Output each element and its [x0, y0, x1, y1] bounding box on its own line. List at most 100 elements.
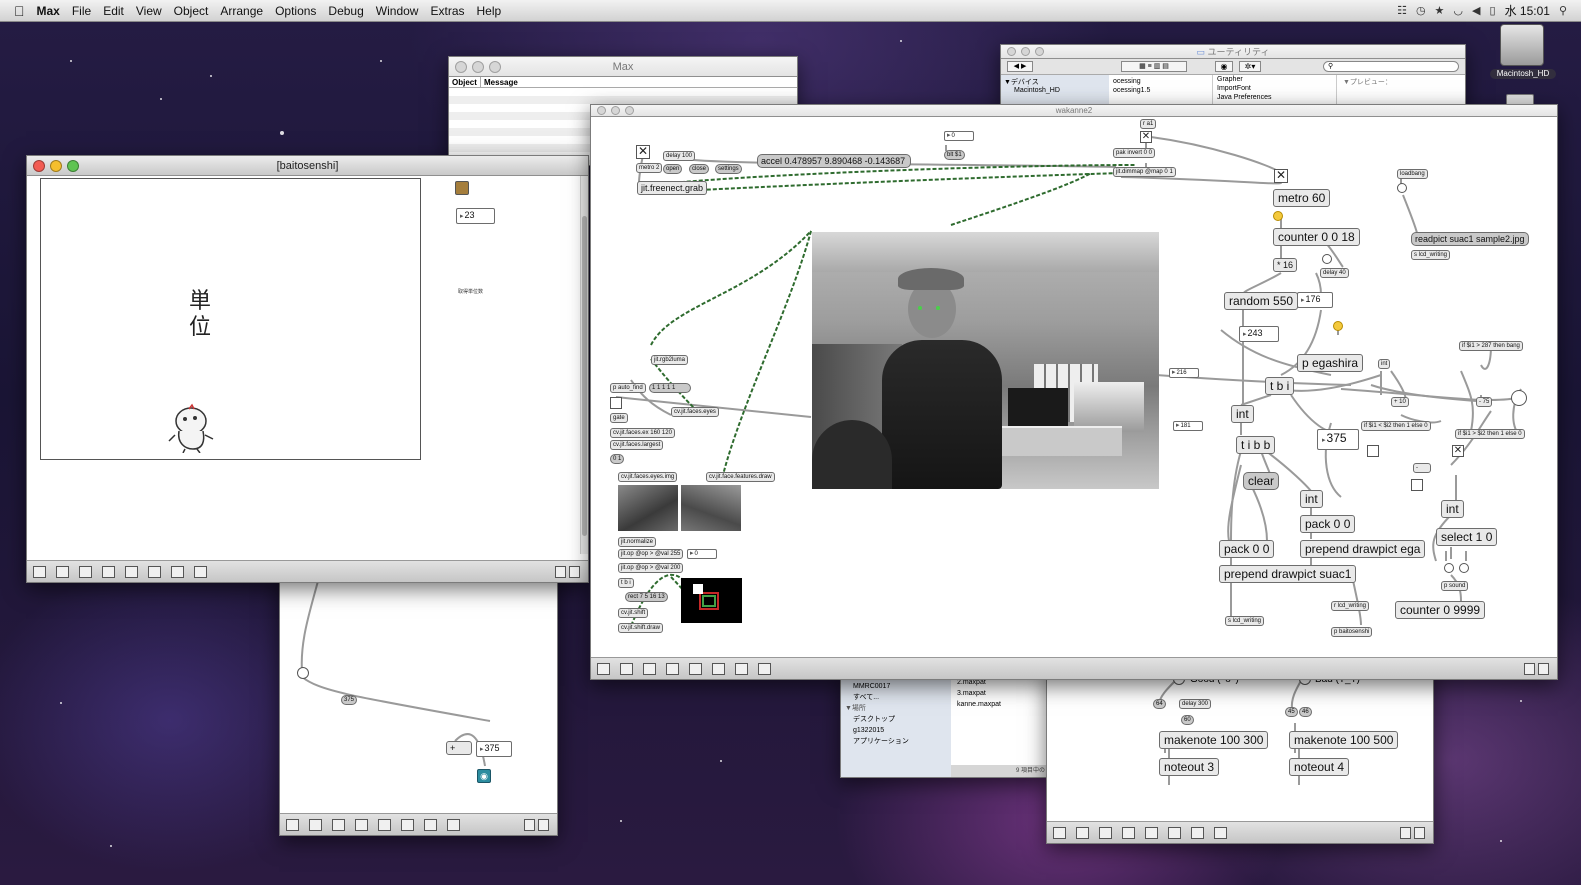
menu-view[interactable]: View — [136, 4, 162, 18]
minimize-button[interactable] — [50, 160, 62, 172]
bang-button[interactable] — [1322, 254, 1332, 264]
number-0[interactable]: 0 — [687, 549, 717, 559]
toggle[interactable]: ✕ — [1452, 445, 1464, 457]
if-greater-object[interactable]: if $i1 > $i2 then 1 else 0 — [1455, 429, 1525, 439]
sidebar-item-hd[interactable]: Macintosh_HD — [1004, 87, 1106, 94]
inspector-icon[interactable] — [1145, 826, 1158, 839]
gate-object[interactable]: gate — [610, 413, 628, 423]
spotlight-icon[interactable]: ⚲ — [1559, 4, 1567, 17]
baitosenshi-titlebar[interactable]: [baitosenshi] — [27, 156, 588, 176]
if-287-object[interactable]: if $i1 > 287 then bang — [1459, 341, 1523, 351]
rect-message[interactable]: rect 7 5 16 13 — [625, 592, 668, 602]
t-b-i-object[interactable]: t b i — [1265, 377, 1295, 395]
prepend-suac1-object[interactable]: prepend drawpict suac1 — [1219, 565, 1357, 583]
p-sound-object[interactable]: p sound — [1441, 581, 1469, 591]
accel-message[interactable]: accel 0.478957 9.890468 -0.143687 — [757, 154, 911, 168]
number-176[interactable]: 176 — [1297, 292, 1333, 308]
delay-40-object[interactable]: delay 40 — [1320, 268, 1349, 278]
receive-a1-object[interactable]: r a1 — [1140, 119, 1157, 129]
clear-message[interactable]: clear — [1243, 472, 1280, 490]
finder-item[interactable]: ImportFont — [1217, 84, 1332, 93]
p-auto-find-object[interactable]: p auto_find — [610, 383, 646, 393]
eyes-img-object[interactable]: cv.jit.faces.eyes.img — [618, 472, 678, 482]
presentation-icon[interactable] — [1076, 826, 1089, 839]
menu-extras[interactable]: Extras — [430, 4, 464, 18]
bang-button[interactable] — [1444, 563, 1454, 573]
lock-icon[interactable] — [1053, 826, 1066, 839]
plus-object[interactable]: + — [446, 741, 472, 755]
metro-2-object[interactable]: metro 2 — [636, 163, 663, 173]
number-243[interactable]: 243 — [1239, 326, 1279, 342]
finder-item[interactable]: ocessing1.5 — [1113, 86, 1208, 95]
number-216[interactable]: 216 — [1169, 368, 1199, 378]
zoom-button[interactable] — [625, 106, 634, 115]
time-machine-icon[interactable]: ◷ — [1416, 4, 1426, 17]
close-button[interactable] — [597, 106, 606, 115]
new-object-icon[interactable] — [1122, 826, 1135, 839]
int-object[interactable]: int — [1300, 490, 1323, 508]
noteout-4-object[interactable]: noteout 4 — [1289, 758, 1350, 776]
finder-item[interactable]: Grapher — [1217, 75, 1332, 84]
presentation-icon[interactable] — [620, 662, 633, 675]
menu-arrange[interactable]: Arrange — [220, 4, 263, 18]
blt-message[interactable]: blt $1 — [944, 150, 965, 160]
auto-find-toggle[interactable] — [610, 397, 622, 409]
pack-0-0-object[interactable]: pack 0 0 — [1300, 515, 1356, 533]
menu-edit[interactable]: Edit — [103, 4, 124, 18]
lock-icon[interactable] — [286, 818, 299, 831]
grid-icon[interactable] — [79, 565, 92, 578]
bang-button[interactable] — [1333, 321, 1343, 331]
message-46[interactable]: 46 — [1299, 707, 1312, 717]
col-object[interactable]: Object — [449, 77, 481, 87]
debug-icon[interactable] — [758, 662, 771, 675]
zoom-button[interactable] — [67, 160, 79, 172]
loadbang-object[interactable]: loadbang — [1397, 169, 1428, 179]
number-0[interactable]: 0 — [944, 131, 974, 141]
grid-icon[interactable] — [1099, 826, 1112, 839]
menu-options[interactable]: Options — [275, 4, 316, 18]
sidebar-item-home[interactable]: g1322015 — [853, 725, 951, 736]
palette-icon[interactable] — [171, 565, 184, 578]
zoom-button[interactable] — [1035, 47, 1044, 56]
split-view-icon[interactable] — [1524, 662, 1535, 675]
noteout-3-object[interactable]: noteout 3 — [1159, 758, 1220, 776]
t-b-i-object[interactable]: t b i — [618, 578, 634, 588]
close-button[interactable] — [33, 160, 45, 172]
menu-help[interactable]: Help — [477, 4, 502, 18]
shift-object[interactable]: cv.jit.shift — [618, 608, 649, 618]
multiply-16-object[interactable]: * 16 — [1273, 258, 1298, 272]
settings-message[interactable]: settings — [715, 164, 742, 174]
menu-app[interactable]: Max — [37, 4, 60, 18]
select-1-0-object[interactable]: select 1 0 — [1436, 528, 1498, 546]
loadbang-bang[interactable] — [1397, 183, 1407, 193]
grab-toggle[interactable]: ✕ — [636, 145, 650, 159]
max-console-titlebar[interactable]: Max — [449, 57, 797, 77]
message-60[interactable]: 60 — [1181, 715, 1194, 725]
wakanne-titlebar[interactable]: wakanne2 — [591, 105, 1557, 117]
number-375[interactable]: 375 — [1317, 429, 1359, 450]
toggle-icon[interactable] — [455, 181, 469, 195]
palette-icon[interactable] — [735, 662, 748, 675]
clue-icon[interactable] — [401, 818, 414, 831]
close-button[interactable] — [1007, 47, 1016, 56]
shift-draw-object[interactable]: cv.jit.shift.draw — [618, 623, 663, 633]
col-message[interactable]: Message — [481, 77, 518, 87]
eye-icon[interactable]: ◉ — [1215, 61, 1233, 72]
presentation-icon[interactable] — [309, 818, 322, 831]
makenote-500-object[interactable]: makenote 100 500 — [1289, 731, 1399, 749]
clue-icon[interactable] — [712, 662, 725, 675]
delay-300-object[interactable]: delay 300 — [1179, 699, 1212, 709]
inspector-icon[interactable] — [378, 818, 391, 831]
toggle[interactable] — [1367, 445, 1379, 457]
clue-icon[interactable] — [148, 565, 161, 578]
palette-icon[interactable] — [424, 818, 437, 831]
sidebar-item-desktop[interactable]: デスクトップ — [853, 714, 951, 725]
palette-icon[interactable] — [1191, 826, 1204, 839]
minimize-button[interactable] — [472, 61, 484, 73]
clue-icon[interactable] — [1168, 826, 1181, 839]
int-object[interactable]: int — [1231, 405, 1254, 423]
pak-invert-object[interactable]: pak invert 0 0 — [1113, 148, 1156, 158]
int-object[interactable]: int — [1441, 500, 1464, 518]
metro-60-object[interactable]: metro 60 — [1273, 189, 1331, 207]
delay-100-object[interactable]: delay 100 — [663, 151, 696, 161]
